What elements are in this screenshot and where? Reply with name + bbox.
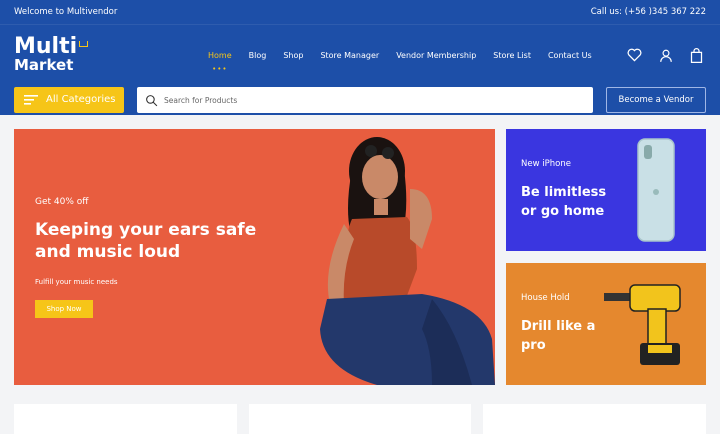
nav-item-blog[interactable]: Blog [249, 51, 267, 60]
nav-item-shop[interactable]: Shop [283, 51, 303, 60]
nav-item-store-manager[interactable]: Store Manager [320, 51, 379, 60]
heart-icon[interactable] [627, 48, 642, 63]
promo-title: Drill like a pro [521, 319, 596, 353]
main-nav: Home ••• Blog Shop Store Manager Vendor M… [208, 25, 609, 85]
nav-item-vendor-membership[interactable]: Vendor Membership [396, 51, 476, 60]
welcome-text: Welcome to Multivendor [14, 7, 118, 17]
nav-item-label: Blog [248, 50, 267, 60]
nav-item-label: Store List [493, 50, 531, 60]
product-card[interactable] [14, 404, 237, 434]
model-photo [320, 137, 495, 385]
hero-title: Keeping your ears safe and music loud [35, 220, 257, 262]
user-icon[interactable] [658, 48, 673, 63]
search-icon[interactable] [145, 94, 158, 107]
bag-icon[interactable] [689, 47, 704, 63]
nav-item-store-list[interactable]: Store List [493, 51, 531, 60]
product-card[interactable] [248, 404, 472, 434]
promo-card-drill[interactable]: House Hold Drill like a pro [506, 263, 706, 385]
nav-item-label: Shop [283, 50, 304, 60]
all-categories-button[interactable]: All Categories [14, 86, 124, 113]
logo-line1: Multi [14, 34, 78, 59]
become-vendor-button[interactable]: Become a Vendor [606, 87, 706, 113]
product-cards-row [14, 404, 707, 434]
promo-tag: House Hold [521, 293, 570, 303]
hero-description: Fulfill your music needs [35, 278, 118, 286]
nav-item-contact-us[interactable]: Contact Us [548, 51, 592, 60]
search-box [137, 87, 593, 113]
nav-item-label: Home [208, 50, 232, 60]
nav-item-label: Store Manager [320, 50, 380, 60]
nav-item-label: Vendor Membership [396, 50, 477, 60]
all-categories-label: All Categories [46, 94, 116, 105]
menu-icon [24, 94, 38, 105]
main-header: Multi Market Home ••• Blog Shop Store Man… [0, 24, 720, 84]
promo-title: Be limitless or go home [521, 185, 607, 219]
header-icons [627, 25, 704, 85]
top-bar: Welcome to Multivendor Call us: (+56 )34… [0, 0, 720, 24]
hero-banner: Get 40% off Keeping your ears safe and m… [14, 129, 495, 385]
search-row: All Categories Become a Vendor [0, 84, 720, 115]
cart-logo-icon [79, 41, 89, 47]
active-dots-icon: ••• [212, 64, 228, 73]
promo-tag: New iPhone [521, 159, 571, 169]
nav-item-home[interactable]: Home ••• [208, 50, 232, 73]
promo-card-iphone[interactable]: New iPhone Be limitless or go home [506, 129, 706, 251]
hero-subtitle: Get 40% off [35, 197, 89, 207]
logo-line2: Market [14, 56, 74, 74]
nav-item-label: Contact Us [547, 50, 592, 60]
site-logo[interactable]: Multi Market [14, 36, 104, 73]
phone-text: Call us: (+56 )345 367 222 [590, 7, 706, 17]
phone-image [637, 138, 675, 242]
product-card[interactable] [483, 404, 707, 434]
search-input[interactable] [164, 95, 564, 105]
shop-now-button[interactable]: Shop Now [35, 300, 93, 318]
drill-image [604, 284, 681, 365]
